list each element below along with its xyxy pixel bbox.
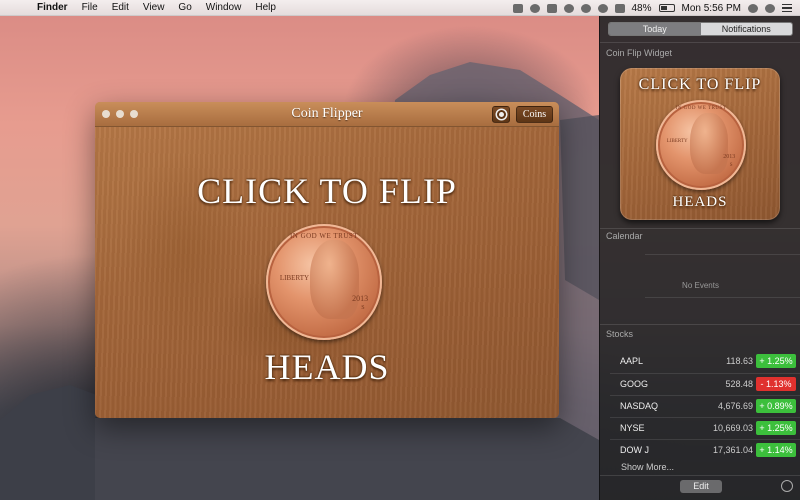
spotlight-icon[interactable] bbox=[765, 3, 775, 13]
coin-year: 2013 bbox=[723, 154, 736, 160]
coin-flip-widget[interactable]: CLICK TO FLIP IN GOD WE TRUST LIBERTY 20… bbox=[620, 68, 780, 220]
coin-motto: IN GOD WE TRUST bbox=[675, 106, 727, 112]
battery-icon[interactable] bbox=[658, 4, 675, 12]
time-machine-icon[interactable] bbox=[563, 3, 574, 13]
tab-today[interactable]: Today bbox=[609, 23, 701, 35]
stock-symbol: NYSE bbox=[620, 423, 645, 433]
stock-symbol: AAPL bbox=[620, 356, 644, 366]
coin-year: 2013 bbox=[352, 293, 369, 303]
coin-button[interactable]: IN GOD WE TRUST LIBERTY 2013 S bbox=[266, 224, 382, 340]
stock-symbol: GOOG bbox=[620, 379, 649, 389]
settings-button[interactable] bbox=[492, 106, 510, 123]
menu-window[interactable]: Window bbox=[199, 2, 249, 13]
mountain-shape bbox=[0, 385, 110, 500]
stock-change-badge[interactable]: + 1.25% bbox=[756, 354, 796, 368]
coin-flipper-window: Coin Flipper Coins CLICK TO FLIP IN GOD … bbox=[95, 102, 559, 418]
stock-symbol: DOW J bbox=[620, 445, 649, 455]
stock-change-badge[interactable]: + 0.89% bbox=[756, 399, 796, 413]
menu-extras: 48% Mon 5:56 PM bbox=[512, 0, 792, 16]
stock-price: 17,361.04 bbox=[712, 445, 753, 455]
menu-help[interactable]: Help bbox=[248, 2, 283, 13]
mountain-shape bbox=[95, 418, 599, 500]
click-to-flip-label[interactable]: CLICK TO FLIP bbox=[95, 170, 559, 212]
stocks-show-more-link[interactable]: Show More... bbox=[621, 462, 674, 472]
stock-price: 118.63 bbox=[726, 356, 753, 366]
menu-app-name[interactable]: Finder bbox=[30, 2, 75, 13]
volume-icon[interactable] bbox=[614, 3, 625, 13]
mountain-shape bbox=[560, 115, 599, 300]
edit-button[interactable]: Edit bbox=[680, 480, 722, 493]
menu-file[interactable]: File bbox=[75, 2, 105, 13]
coin-liberty: LIBERTY bbox=[279, 273, 310, 282]
stock-symbol: NASDAQ bbox=[620, 401, 659, 411]
dropbox-icon[interactable] bbox=[512, 3, 523, 13]
lincoln-portrait-icon bbox=[690, 112, 728, 174]
stock-row[interactable]: DOW J 17,361.04 + 1.14% bbox=[610, 439, 800, 461]
skype-icon[interactable] bbox=[529, 3, 540, 13]
divider bbox=[600, 324, 800, 325]
nc-tab-switcher: Today Notifications bbox=[608, 22, 793, 36]
lincoln-portrait-icon bbox=[310, 240, 359, 320]
calendar-line bbox=[645, 254, 800, 255]
coin-liberty: LIBERTY bbox=[666, 138, 688, 144]
wifi-icon[interactable] bbox=[597, 3, 608, 13]
notification-center-icon[interactable] bbox=[782, 3, 792, 13]
user-icon[interactable] bbox=[748, 3, 758, 13]
widget-flip-result: HEADS bbox=[672, 194, 728, 210]
divider bbox=[600, 228, 800, 229]
flip-result: HEADS bbox=[264, 347, 390, 387]
stock-price: 528.48 bbox=[725, 379, 753, 389]
coins-button[interactable]: Coins bbox=[516, 106, 553, 123]
stock-price: 4,676.69 bbox=[717, 401, 753, 411]
stock-row[interactable]: NYSE 10,669.03 + 1.25% bbox=[610, 417, 800, 439]
calendar-title: Calendar bbox=[606, 231, 643, 241]
tab-notifications[interactable]: Notifications bbox=[700, 23, 792, 35]
divider bbox=[600, 42, 800, 43]
stocks-title: Stocks bbox=[606, 329, 634, 339]
stock-change-badge[interactable]: - 1.13% bbox=[756, 377, 796, 391]
calendar-line bbox=[645, 297, 800, 298]
widget-coin-button[interactable]: IN GOD WE TRUST LIBERTY 2013 S bbox=[656, 100, 746, 190]
coin-motto: IN GOD WE TRUST bbox=[289, 232, 359, 241]
menu-view[interactable]: View bbox=[136, 2, 172, 13]
menu-bar: Finder File Edit View Go Window Help 48%… bbox=[0, 0, 800, 16]
coin-mint: S bbox=[729, 163, 733, 168]
widget-click-to-flip-label[interactable]: CLICK TO FLIP bbox=[620, 76, 780, 94]
keyboard-icon[interactable] bbox=[546, 3, 557, 13]
gear-icon bbox=[496, 110, 506, 119]
menu-go[interactable]: Go bbox=[171, 2, 198, 13]
coin-mint: S bbox=[361, 305, 365, 312]
stock-row[interactable]: GOOG 528.48 - 1.13% bbox=[610, 373, 800, 395]
stock-change-badge[interactable]: + 1.25% bbox=[756, 421, 796, 435]
clock[interactable]: Mon 5:56 PM bbox=[682, 3, 741, 14]
notification-center: Today Notifications Coin Flip Widget CLI… bbox=[599, 16, 800, 500]
stocks-list: AAPL 118.63 + 1.25% GOOG 528.48 - 1.13% … bbox=[600, 351, 800, 461]
window-title: Coin Flipper bbox=[291, 106, 363, 121]
divider bbox=[600, 475, 800, 476]
stock-row[interactable]: AAPL 118.63 + 1.25% bbox=[610, 351, 800, 373]
bluetooth-icon[interactable] bbox=[580, 3, 591, 13]
battery-percent[interactable]: 48% bbox=[632, 3, 652, 14]
stock-price: 10,669.03 bbox=[712, 423, 753, 433]
menu-edit[interactable]: Edit bbox=[105, 2, 136, 13]
stock-row[interactable]: NASDAQ 4,676.69 + 0.89% bbox=[610, 395, 800, 417]
calendar-empty-text: No Events bbox=[682, 281, 719, 290]
stock-change-badge[interactable]: + 1.14% bbox=[756, 443, 796, 457]
window-titlebar[interactable]: Coin Flipper Coins bbox=[95, 102, 559, 127]
nc-settings-icon[interactable] bbox=[781, 480, 793, 492]
widget-title: Coin Flip Widget bbox=[606, 48, 673, 58]
